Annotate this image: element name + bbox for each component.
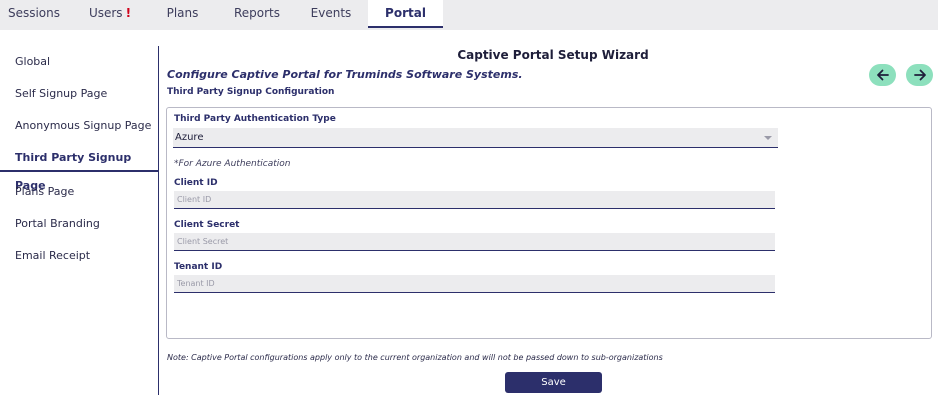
sidebar-item-portal-branding[interactable]: Portal Branding bbox=[0, 210, 158, 238]
client-secret-label: Client Secret bbox=[174, 220, 240, 230]
sidebar-item-global[interactable]: Global bbox=[0, 48, 158, 76]
chevron-down-icon bbox=[764, 136, 772, 140]
back-button[interactable] bbox=[869, 64, 896, 86]
auth-type-select[interactable]: Azure bbox=[173, 128, 778, 148]
footer-note: Note: Captive Portal configurations appl… bbox=[167, 353, 663, 362]
page-title: Captive Portal Setup Wizard bbox=[457, 48, 649, 62]
auth-type-label: Third Party Authentication Type bbox=[174, 114, 336, 124]
client-id-input[interactable] bbox=[174, 191, 775, 209]
sidebar-divider bbox=[158, 46, 159, 395]
tenant-id-input[interactable] bbox=[174, 275, 775, 293]
client-secret-input[interactable] bbox=[174, 233, 775, 251]
section-label: Third Party Signup Configuration bbox=[167, 87, 335, 97]
tab-portal[interactable]: Portal bbox=[368, 0, 443, 28]
forward-button[interactable] bbox=[906, 64, 933, 86]
tab-users-label: Users bbox=[88, 6, 123, 20]
arrow-left-icon bbox=[876, 69, 889, 81]
sidebar-item-third-party-signup[interactable]: Third Party Signup Page bbox=[0, 144, 158, 192]
sidebar-item-self-signup[interactable]: Self Signup Page bbox=[0, 80, 158, 108]
tab-plans[interactable]: Plans bbox=[160, 0, 205, 28]
client-id-label: Client ID bbox=[174, 178, 218, 188]
page-subtitle: Configure Captive Portal for Truminds So… bbox=[167, 68, 523, 81]
alert-icon: ! bbox=[125, 6, 132, 20]
azure-note: *For Azure Authentication bbox=[174, 159, 291, 169]
tab-events[interactable]: Events bbox=[306, 0, 356, 28]
save-button[interactable]: Save bbox=[505, 372, 602, 393]
sidebar-item-anonymous-signup[interactable]: Anonymous Signup Page bbox=[0, 112, 158, 140]
tenant-id-label: Tenant ID bbox=[174, 262, 223, 272]
auth-type-value: Azure bbox=[175, 132, 204, 143]
arrow-right-icon bbox=[913, 69, 926, 81]
tab-users[interactable]: Users! bbox=[80, 0, 140, 28]
tab-sessions[interactable]: Sessions bbox=[0, 0, 68, 28]
sidebar-item-plans-page[interactable]: Plans Page bbox=[0, 178, 158, 206]
tab-reports[interactable]: Reports bbox=[228, 0, 286, 28]
sidebar-item-email-receipt[interactable]: Email Receipt bbox=[0, 242, 158, 270]
top-nav: Sessions Users! Plans Reports Events Por… bbox=[0, 0, 938, 30]
sidebar: Global Self Signup Page Anonymous Signup… bbox=[0, 44, 158, 395]
